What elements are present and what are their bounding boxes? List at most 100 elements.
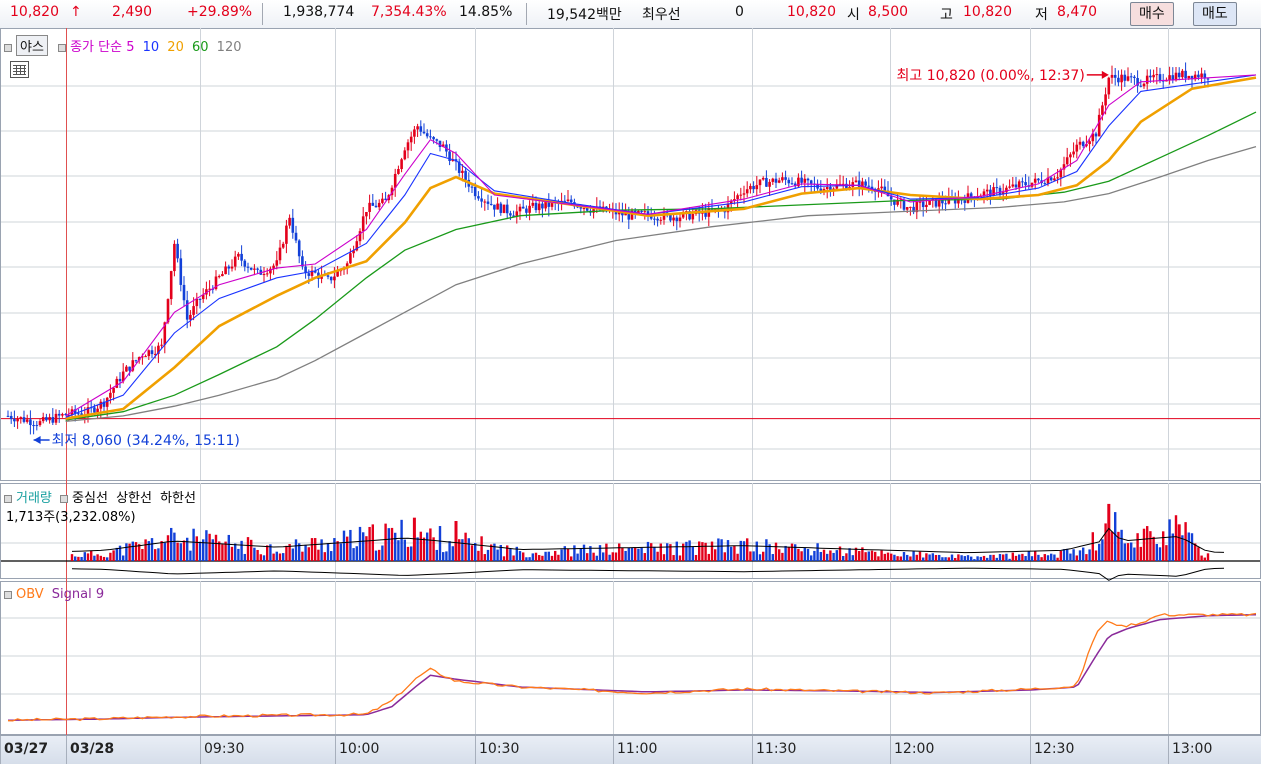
low-price: 8,470 <box>1057 4 1098 20</box>
volume-bar <box>624 550 627 561</box>
volume-bar <box>602 552 605 561</box>
candle-body <box>867 185 871 187</box>
volume-bar <box>477 550 480 561</box>
volume-bar <box>925 553 928 561</box>
volume-bar <box>525 557 528 561</box>
candle-body <box>179 258 183 285</box>
volume-bar <box>211 539 214 561</box>
volume-bar <box>486 549 490 561</box>
axis-tick <box>475 736 476 764</box>
volume-bar <box>390 527 394 561</box>
volume-bar <box>845 553 848 561</box>
candle-body <box>653 218 656 220</box>
candle-body <box>758 179 762 186</box>
volume-bar <box>474 543 477 561</box>
candle-body <box>333 276 336 281</box>
volume-bar <box>890 553 893 561</box>
volume-bar <box>810 555 813 561</box>
volume-bar <box>365 536 368 561</box>
candle-body <box>185 300 189 320</box>
candle-body <box>521 206 525 209</box>
night-session-button[interactable]: 야스 <box>16 35 48 56</box>
volume-bar <box>1008 558 1011 561</box>
volume-bar <box>992 554 995 561</box>
candle-body <box>422 131 426 134</box>
candle-body <box>112 387 115 393</box>
volume-bar <box>176 542 179 561</box>
candle-body <box>109 392 112 398</box>
volume-bar <box>250 539 253 561</box>
candle-body <box>1158 74 1162 81</box>
candle-body <box>518 206 522 212</box>
candle-body <box>1081 141 1085 147</box>
volume-bar <box>909 556 912 561</box>
volume-bar <box>707 553 710 561</box>
volume-bar <box>659 543 662 561</box>
volume-bar <box>154 549 157 561</box>
buy-button[interactable]: 매수 <box>1130 2 1174 26</box>
candle-body <box>278 247 282 261</box>
candle-body <box>307 273 311 276</box>
candle-body <box>246 266 250 268</box>
obv-line <box>7 612 1257 722</box>
candle-body <box>16 418 19 422</box>
volume-bar <box>995 557 998 561</box>
volume-bar <box>950 554 954 561</box>
candle-body <box>585 208 589 211</box>
axis-tick <box>890 736 891 764</box>
candle-body <box>93 407 96 413</box>
volume-bar <box>1030 556 1034 561</box>
sell-button[interactable]: 매도 <box>1193 2 1237 26</box>
legend-square-icon <box>4 494 12 503</box>
candle-body <box>1088 141 1091 145</box>
volume-bar <box>83 552 86 561</box>
turnover: 14.85% <box>459 4 513 20</box>
volume-bar <box>1203 557 1206 561</box>
calendar-icon[interactable] <box>10 61 29 78</box>
volume-bar <box>1075 555 1078 561</box>
volume-bar <box>710 541 714 561</box>
candle-body <box>285 225 288 244</box>
volume-bar <box>125 543 128 561</box>
candle-body <box>963 200 967 203</box>
volume-bar <box>643 553 646 561</box>
candle-body <box>374 205 378 208</box>
x-tick-label: 11:30 <box>756 741 797 757</box>
candle-body <box>525 208 528 213</box>
axis-tick <box>200 736 201 764</box>
candle-body <box>381 198 384 203</box>
candle-body <box>656 218 659 221</box>
best-quote-value: 0 <box>735 4 744 20</box>
volume-bar <box>1037 554 1040 561</box>
candle-body <box>128 366 131 371</box>
candle-body <box>291 217 295 233</box>
candle-body <box>144 356 147 358</box>
volume-bar <box>170 527 173 561</box>
volume-bar <box>326 543 330 561</box>
volume-bar <box>266 545 269 561</box>
volume-bar <box>829 550 832 561</box>
volume-bar <box>1200 555 1203 561</box>
candle-body <box>864 181 867 186</box>
candle-body <box>854 180 858 183</box>
volume-bar <box>179 543 182 561</box>
volume-bar <box>979 556 982 561</box>
candle-body <box>13 419 16 422</box>
candle-body <box>224 266 227 275</box>
volume-bar <box>579 548 582 561</box>
chart-canvas[interactable]: 최고 10,820 (0.00%, 12:37) 최저 8,060 (34.24%… <box>0 28 1261 735</box>
candle-body <box>937 199 941 207</box>
volume-bar <box>1034 551 1037 561</box>
volume-bar <box>1206 553 1210 561</box>
candle-body <box>99 401 103 409</box>
volume-bar <box>198 541 202 561</box>
volume-bar <box>797 548 800 561</box>
volume-bar <box>694 554 698 561</box>
volume-bar <box>781 552 784 561</box>
volume-bar <box>157 548 160 561</box>
volume-bar <box>685 541 688 561</box>
volume-bar <box>1056 557 1059 561</box>
volume-bar <box>752 551 755 561</box>
volume-bar <box>858 551 861 561</box>
volume-bar <box>573 545 576 561</box>
